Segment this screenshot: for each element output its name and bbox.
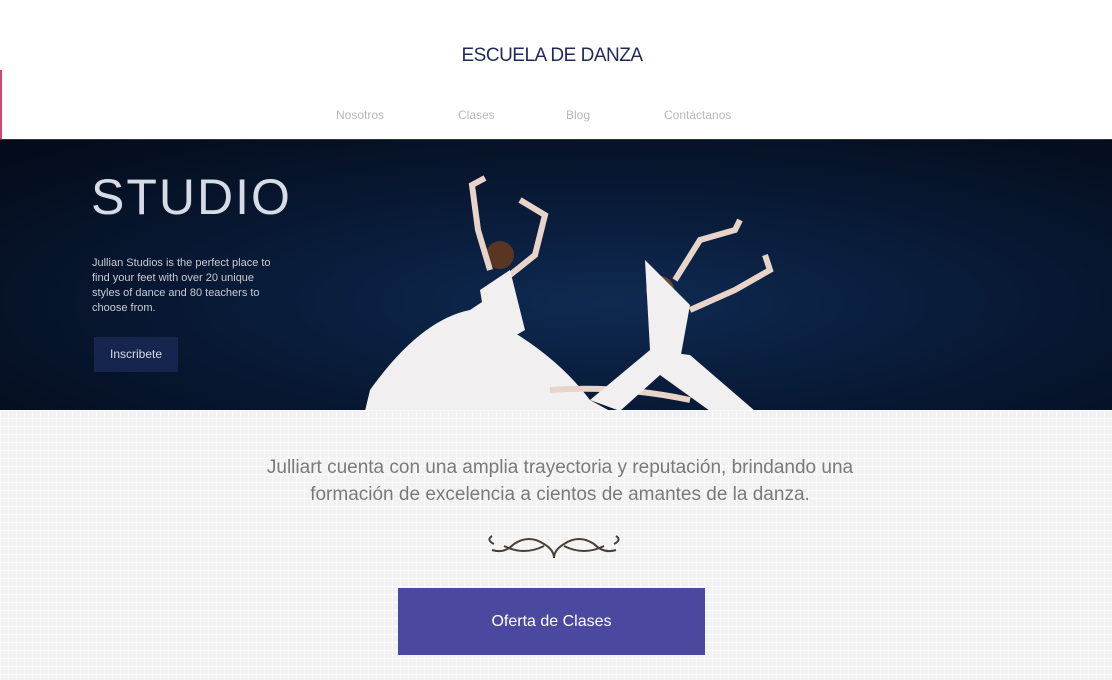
hero-description: Jullian Studios is the perfect place to …: [92, 257, 271, 314]
dancers-image: [365, 175, 774, 411]
hero-banner: STUDIO Jullian Studios is the perfect pl…: [0, 139, 1112, 411]
hero-title: STUDIO: [91, 169, 292, 225]
inscribete-button[interactable]: Inscribete: [94, 337, 178, 372]
accent-bar: [0, 70, 2, 140]
site-brand[interactable]: ESCUELA DE DANZA: [0, 45, 1104, 67]
main-nav: Nosotros Clases Blog Contáctanos: [0, 108, 1112, 124]
site-header: ESCUELA DE DANZA Nosotros Clases Blog Co…: [0, 0, 1112, 139]
nav-blog[interactable]: Blog: [566, 108, 590, 122]
nav-nosotros[interactable]: Nosotros: [336, 108, 384, 122]
flourish-ornament-icon: [488, 535, 620, 559]
tagline: Julliart cuenta con una amplia trayector…: [266, 457, 854, 505]
nav-contactanos[interactable]: Contáctanos: [664, 108, 731, 122]
intro-section: Julliart cuenta con una amplia trayector…: [0, 410, 1112, 680]
nav-clases[interactable]: Clases: [458, 108, 495, 122]
oferta-de-clases-button[interactable]: Oferta de Clases: [398, 588, 705, 655]
